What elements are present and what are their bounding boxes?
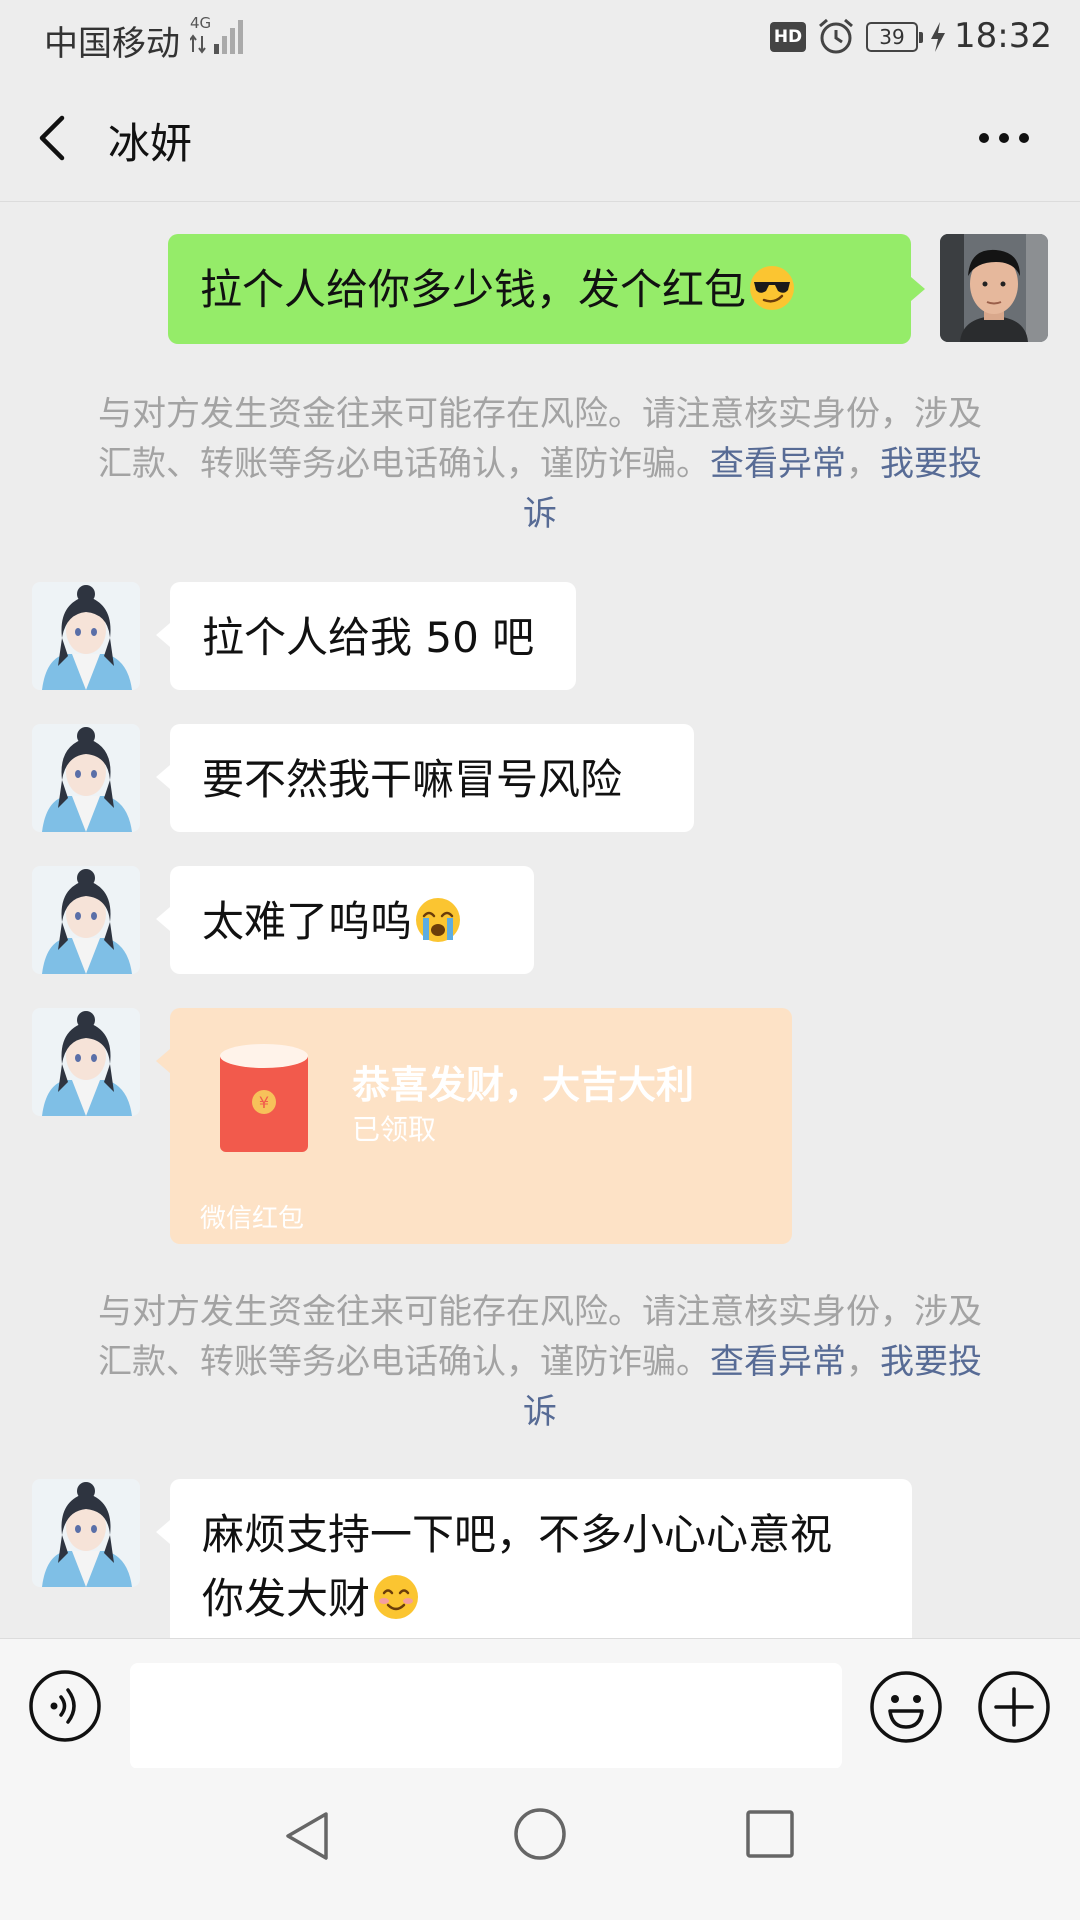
back-arrow-icon[interactable] xyxy=(30,110,78,166)
notice-separator: ， xyxy=(846,444,880,484)
sunglasses-smirk-emoji xyxy=(750,266,795,310)
status-bar: 中国移动 4G HD 39 18:32 xyxy=(0,0,1080,74)
message-bubble-contact[interactable]: 太难了呜呜 xyxy=(170,866,534,974)
message-text: 要不然我干嘛冒号风险 xyxy=(202,755,623,804)
view-exception-link[interactable]: 查看异常 xyxy=(710,444,846,484)
message-bubble-contact[interactable]: 麻烦支持一下吧，不多小心心意祝 你发大财 xyxy=(170,1479,912,1638)
battery-level: 39 xyxy=(866,22,923,52)
crying-emoji xyxy=(416,898,461,942)
bubble-tail xyxy=(156,623,170,647)
voice-input-icon[interactable] xyxy=(28,1669,102,1743)
chat-header: 冰妍 xyxy=(0,74,1080,202)
view-exception-link[interactable]: 查看异常 xyxy=(710,1342,846,1382)
message-text-line: 你发大财 xyxy=(202,1574,371,1623)
message-bubble-contact[interactable]: 拉个人给我 50 吧 xyxy=(170,582,576,690)
contact-avatar[interactable] xyxy=(32,866,140,974)
bubble-tail xyxy=(156,1049,170,1073)
message-input[interactable] xyxy=(130,1663,842,1769)
more-options-icon[interactable] xyxy=(974,118,1034,158)
red-packet-card[interactable]: ¥ 恭喜发财，大吉大利 已领取 微信红包 xyxy=(170,1008,792,1244)
contact-avatar[interactable] xyxy=(32,1008,140,1116)
red-packet-title: 恭喜发财，大吉大利 xyxy=(352,1063,695,1107)
add-more-icon[interactable] xyxy=(976,1669,1052,1745)
risk-warning-notice: 与对方发生资金往来可能存在风险。请注意核实身份，涉及汇款、转账等务必电话确认，谨… xyxy=(88,1287,992,1437)
alarm-icon xyxy=(819,18,853,54)
bubble-tail xyxy=(156,907,170,931)
message-text: 拉个人给我 50 吧 xyxy=(202,613,535,662)
hd-voice-badge: HD xyxy=(770,22,806,52)
bubble-tail xyxy=(911,277,925,301)
clock: 18:32 xyxy=(954,16,1052,56)
input-toolbar xyxy=(0,1638,1080,1769)
bubble-tail xyxy=(156,1520,170,1544)
emoji-picker-icon[interactable] xyxy=(868,1669,944,1745)
carrier-label: 中国移动 xyxy=(44,24,180,64)
system-navigation-bar xyxy=(0,1768,1080,1920)
self-avatar[interactable] xyxy=(940,234,1048,342)
contact-avatar[interactable] xyxy=(32,724,140,832)
bubble-tail xyxy=(156,765,170,789)
message-text-line: 麻烦支持一下吧，不多小心心意祝 xyxy=(202,1510,833,1559)
nav-recents-icon[interactable] xyxy=(744,1808,796,1860)
notice-separator: ， xyxy=(846,1342,880,1382)
red-packet-status: 已领取 xyxy=(352,1113,437,1146)
charging-icon xyxy=(931,22,945,52)
smiling-blush-emoji xyxy=(374,1575,419,1619)
risk-warning-notice: 与对方发生资金往来可能存在风险。请注意核实身份，涉及汇款、转账等务必电话确认，谨… xyxy=(88,389,992,539)
signal-icon: 4G xyxy=(190,14,243,54)
chat-title: 冰妍 xyxy=(108,119,193,168)
nav-home-icon[interactable] xyxy=(512,1806,568,1862)
message-text: 拉个人给你多少钱，发个红包 xyxy=(200,265,747,314)
red-envelope-icon: ¥ xyxy=(220,1044,308,1152)
message-list[interactable]: 拉个人给你多少钱，发个红包 与对方发生资金往来可能存在风险。请注意核实身份，涉及… xyxy=(0,203,1080,1638)
contact-avatar[interactable] xyxy=(32,582,140,690)
red-packet-label: 微信红包 xyxy=(200,1204,305,1234)
message-bubble-contact[interactable]: 要不然我干嘛冒号风险 xyxy=(170,724,694,832)
currency-symbol: ¥ xyxy=(259,1093,269,1112)
network-type-label: 4G xyxy=(190,14,211,32)
message-bubble-self[interactable]: 拉个人给你多少钱，发个红包 xyxy=(168,234,911,344)
message-text: 太难了呜呜 xyxy=(202,897,413,946)
nav-back-icon[interactable] xyxy=(282,1808,332,1864)
contact-avatar[interactable] xyxy=(32,1479,140,1587)
